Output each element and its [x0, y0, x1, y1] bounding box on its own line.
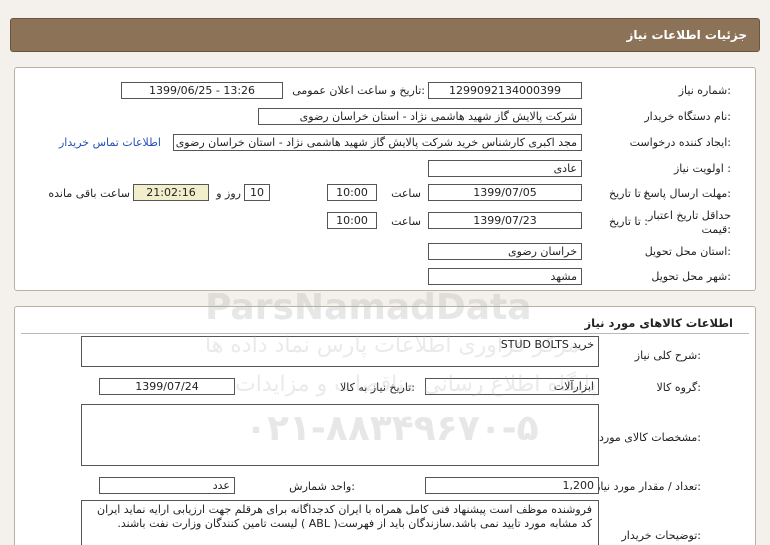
deadline-date-field: 1399/07/05 [428, 184, 582, 201]
need-number-label: شماره نیاز: [678, 84, 731, 97]
quantity-field: 1,200 [425, 477, 599, 494]
goods-section-title: اطلاعات کالاهای مورد نیاز [584, 316, 733, 330]
need-info-panel: شماره نیاز: 1299092134000399 تاریخ و ساع… [14, 67, 756, 291]
validity-label-line2: قیمت: [701, 223, 731, 236]
description-label: شرح کلی نیاز: [634, 349, 701, 362]
validity-time-label: ساعت [391, 215, 421, 228]
days-label: روز و [216, 187, 241, 200]
deadline-time-label: ساعت [391, 187, 421, 200]
goods-group-label: گروه کالا: [656, 381, 701, 394]
need-number-field: 1299092134000399 [428, 82, 582, 99]
page-title: جزئیات اطلاعات نیاز [626, 28, 747, 42]
validity-to-date-label: تا تاریخ : [609, 215, 648, 228]
watermark-brand: ParsNamadData [205, 287, 532, 328]
city-label: شهر محل تحویل: [651, 270, 731, 283]
creator-field: مجد اکبری کارشناس خرید شرکت پالایش گاز ش… [173, 134, 582, 151]
announce-datetime-field: 1399/06/25 - 13:26 [121, 82, 283, 99]
deadline-label: مهلت ارسال پاسخ: [643, 187, 731, 200]
unit-label: واحد شمارش: [289, 480, 355, 493]
province-label: استان محل تحویل: [644, 245, 731, 258]
validity-time-field: 10:00 [327, 212, 377, 229]
validity-label-line1: حداقل تاریخ اعتبار [647, 209, 731, 222]
watermark-line1: مرکز فراوری اطلاعات پارس نماد داده ها [205, 333, 580, 358]
deadline-to-date-label: تا تاریخ : [609, 187, 648, 200]
buyer-label: نام دستگاه خریدار: [644, 110, 731, 123]
page-header: جزئیات اطلاعات نیاز [10, 18, 760, 52]
need-date-field: 1399/07/24 [99, 378, 235, 395]
deadline-time-field: 10:00 [327, 184, 377, 201]
priority-field: عادی [428, 160, 582, 177]
buyer-field: شرکت پالایش گاز شهید هاشمی نژاد - استان … [258, 108, 582, 125]
remaining-time-label: ساعت باقی مانده [48, 187, 130, 200]
buyer-notes-label: توضیحات خریدار: [621, 529, 702, 542]
buyer-contact-link[interactable]: اطلاعات تماس خریدار [59, 136, 161, 149]
creator-label: ایجاد کننده درخواست: [629, 136, 731, 149]
validity-date-field: 1399/07/23 [428, 212, 582, 229]
watermark-phone: ۰۲۱-۸۸۳۴۹۶۷۰-۵ [245, 408, 539, 449]
unit-field: عدد [99, 477, 235, 494]
days-remaining-field: 10 [244, 184, 270, 201]
province-field: خراسان رضوی [428, 243, 582, 260]
city-field: مشهد [428, 268, 582, 285]
quantity-label: تعداد / مقدار مورد نیاز: [595, 480, 701, 493]
buyer-notes-field: فروشنده موظف است پیشنهاد فنی کامل همراه … [81, 500, 599, 545]
remaining-time-field: 21:02:16 [133, 184, 209, 201]
watermark-line2: پایگاه اطلاع رسانی مناقصات و مزایدات [235, 372, 597, 397]
announce-label: تاریخ و ساعت اعلان عمومی: [292, 84, 425, 97]
priority-label: اولویت نیاز : [673, 162, 731, 175]
